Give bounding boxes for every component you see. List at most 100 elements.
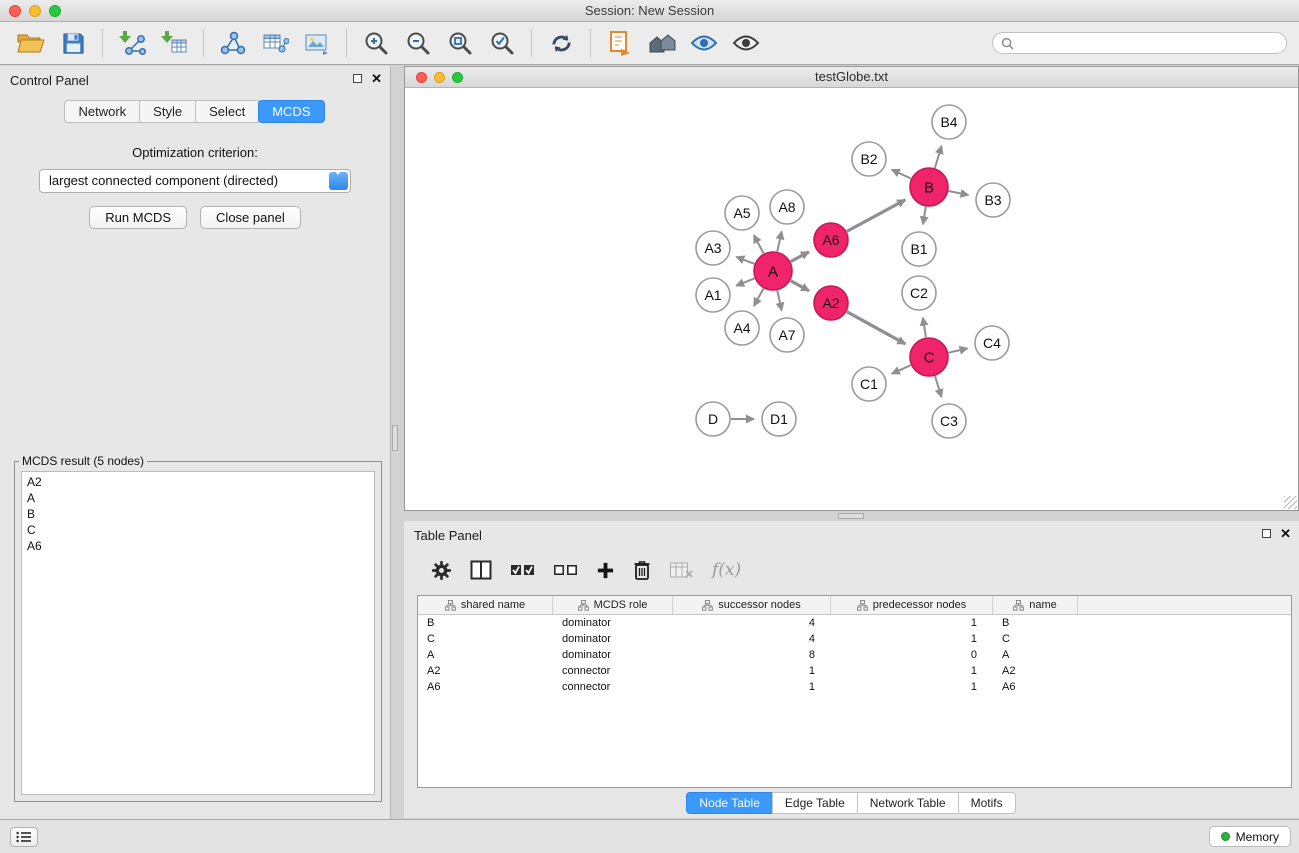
mcds-result-item[interactable]: B (27, 506, 369, 522)
table-row[interactable]: Cdominator41C (418, 631, 1291, 647)
tab-node-table[interactable]: Node Table (686, 792, 773, 814)
graph-node-A1[interactable]: A1 (696, 278, 730, 312)
mcds-result-item[interactable]: A (27, 490, 369, 506)
graphics-details-button[interactable] (728, 26, 764, 60)
close-panel-icon[interactable]: ✕ (371, 72, 382, 85)
zoom-selected-button[interactable] (484, 26, 520, 60)
show-columns-button[interactable] (470, 560, 492, 580)
column-header-name[interactable]: name (993, 596, 1078, 614)
table-row[interactable]: Adominator80A (418, 647, 1291, 663)
graph-edge-A-A3[interactable] (736, 257, 754, 264)
delete-column-button[interactable] (633, 559, 651, 581)
column-header-successor-nodes[interactable]: successor nodes (673, 596, 831, 614)
style-preview-button[interactable] (686, 26, 722, 60)
run-mcds-button[interactable]: Run MCDS (89, 206, 187, 229)
splitter-handle-vertical[interactable] (392, 425, 398, 451)
graph-node-A4[interactable]: A4 (725, 311, 759, 345)
zoom-in-button[interactable] (358, 26, 394, 60)
column-header-predecessor-nodes[interactable]: predecessor nodes (831, 596, 993, 614)
graph-edge-A-A2[interactable] (791, 281, 810, 291)
graph-edge-C-C3[interactable] (935, 376, 942, 397)
graph-node-A6[interactable]: A6 (814, 223, 848, 257)
graph-edge-B-B2[interactable] (892, 170, 911, 179)
tab-network[interactable]: Network (64, 100, 140, 123)
create-column-button[interactable] (596, 561, 615, 580)
mcds-result-item[interactable]: A2 (27, 474, 369, 490)
deselect-all-columns-button[interactable] (553, 561, 578, 579)
graph-node-C3[interactable]: C3 (932, 404, 966, 438)
column-header-MCDS-role[interactable]: MCDS role (553, 596, 673, 614)
graph-node-D1[interactable]: D1 (762, 402, 796, 436)
optimization-dropdown[interactable]: largest connected component (directed) (39, 169, 351, 193)
tab-mcds[interactable]: MCDS (258, 100, 324, 123)
refresh-layout-button[interactable] (543, 26, 579, 60)
graph-edge-A-A8[interactable] (777, 231, 781, 251)
graph-node-D[interactable]: D (696, 402, 730, 436)
delete-table-button[interactable] (669, 560, 694, 580)
close-network-button[interactable] (416, 72, 427, 83)
network-graph[interactable]: AA6A2BCA5A8A3A1A4A7B2B4B3B1C2C4C1C3DD1 (405, 88, 1298, 510)
welcome-screen-button[interactable] (644, 26, 680, 60)
zoom-fit-button[interactable] (442, 26, 478, 60)
import-table-button[interactable] (156, 26, 192, 60)
graph-edge-B-B1[interactable] (923, 207, 926, 225)
import-network-button[interactable] (114, 26, 150, 60)
select-all-columns-button[interactable] (510, 561, 535, 579)
table-row[interactable]: A6connector11A6 (418, 679, 1291, 695)
graph-node-A3[interactable]: A3 (696, 231, 730, 265)
graph-edge-A-A6[interactable] (791, 252, 809, 262)
mcds-result-item[interactable]: A6 (27, 538, 369, 554)
tab-motifs[interactable]: Motifs (958, 792, 1016, 814)
graph-node-B2[interactable]: B2 (852, 142, 886, 176)
graph-edge-B-B4[interactable] (935, 146, 942, 168)
minimize-network-button[interactable] (434, 72, 445, 83)
graph-edge-B-B3[interactable] (949, 191, 969, 195)
table-row[interactable]: Bdominator41B (418, 615, 1291, 631)
graph-node-A8[interactable]: A8 (770, 190, 804, 224)
splitter-handle-horizontal[interactable] (838, 513, 864, 519)
graph-edge-A2-C[interactable] (847, 312, 906, 344)
graph-node-B3[interactable]: B3 (976, 183, 1010, 217)
mcds-result-list[interactable]: A2ABCA6 (21, 471, 375, 795)
graph-edge-A-A7[interactable] (777, 291, 781, 311)
resize-grip[interactable] (1284, 496, 1297, 509)
float-panel-icon[interactable] (353, 74, 362, 83)
graph-edge-C-C4[interactable] (949, 348, 968, 352)
graph-node-B[interactable]: B (910, 168, 948, 206)
network-canvas[interactable]: AA6A2BCA5A8A3A1A4A7B2B4B3B1C2C4C1C3DD1 (405, 88, 1298, 510)
open-session-button[interactable] (13, 26, 49, 60)
column-header-shared-name[interactable]: shared name (418, 596, 553, 614)
graph-edge-C-C2[interactable] (923, 318, 926, 338)
graph-node-C2[interactable]: C2 (902, 276, 936, 310)
graph-node-C[interactable]: C (910, 338, 948, 376)
new-network-button[interactable] (215, 26, 251, 60)
float-table-panel-icon[interactable] (1262, 529, 1271, 538)
graph-node-B4[interactable]: B4 (932, 105, 966, 139)
graph-node-A5[interactable]: A5 (725, 196, 759, 230)
tab-style[interactable]: Style (139, 100, 196, 123)
export-image-button[interactable] (299, 26, 335, 60)
graph-edge-C-C1[interactable] (892, 365, 911, 374)
graph-edge-A-A4[interactable] (754, 289, 764, 306)
graph-node-A2[interactable]: A2 (814, 286, 848, 320)
task-monitor-button[interactable] (10, 827, 38, 847)
search-box[interactable] (992, 32, 1287, 54)
graph-node-B1[interactable]: B1 (902, 232, 936, 266)
graph-edge-A-A1[interactable] (736, 278, 754, 285)
memory-button[interactable]: Memory (1209, 826, 1291, 847)
window-titlebar[interactable]: Session: New Session (0, 0, 1299, 22)
graph-node-A[interactable]: A (754, 252, 792, 290)
zoom-out-button[interactable] (400, 26, 436, 60)
graph-node-C4[interactable]: C4 (975, 326, 1009, 360)
function-builder-button[interactable]: f(x) (712, 560, 741, 580)
show-panel-button[interactable] (602, 26, 638, 60)
graph-edge-A-A5[interactable] (754, 235, 764, 253)
table-settings-button[interactable] (431, 560, 452, 581)
tab-network-table[interactable]: Network Table (857, 792, 959, 814)
graph-node-A7[interactable]: A7 (770, 318, 804, 352)
zoom-network-button[interactable] (452, 72, 463, 83)
table-row[interactable]: A2connector11A2 (418, 663, 1291, 679)
network-window-titlebar[interactable]: testGlobe.txt (405, 67, 1298, 88)
tab-select[interactable]: Select (195, 100, 259, 123)
mcds-result-item[interactable]: C (27, 522, 369, 538)
